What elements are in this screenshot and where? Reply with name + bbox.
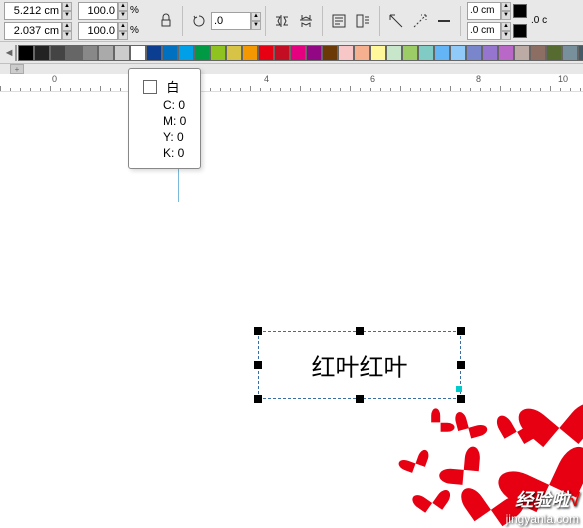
scale-y-spinner[interactable]: ▲▼	[118, 22, 128, 40]
color-swatch[interactable]	[130, 45, 146, 61]
color-swatch[interactable]	[546, 45, 562, 61]
color-swatch[interactable]	[258, 45, 274, 61]
horizontal-ruler[interactable]: 0246810	[0, 74, 583, 92]
color-swatch[interactable]	[498, 45, 514, 61]
color-swatch[interactable]	[530, 45, 546, 61]
ruler-label: 0	[52, 74, 57, 84]
color-swatch[interactable]	[578, 45, 583, 61]
outline-color-1[interactable]	[513, 4, 527, 18]
color-swatch[interactable]	[66, 45, 82, 61]
tooltip-swatch-icon	[143, 80, 157, 94]
ruler-label: 10	[558, 74, 568, 84]
tooltip-y-value: Y: 0	[163, 130, 186, 144]
color-swatch[interactable]	[162, 45, 178, 61]
outline1-spinner[interactable]: ▲▼	[501, 2, 511, 20]
lock-ratio-icon[interactable]	[156, 11, 176, 31]
color-swatch[interactable]	[114, 45, 130, 61]
line-style-icon[interactable]	[434, 11, 454, 31]
color-swatch[interactable]	[306, 45, 322, 61]
rotation-input[interactable]	[211, 12, 251, 30]
rotation-icon	[189, 11, 209, 31]
color-swatch[interactable]	[466, 45, 482, 61]
rotation-spinner[interactable]: ▲▼	[251, 12, 261, 30]
color-swatch[interactable]	[562, 45, 578, 61]
percent-label: %	[130, 25, 148, 36]
color-swatch[interactable]	[418, 45, 434, 61]
color-swatch[interactable]	[34, 45, 50, 61]
color-swatch[interactable]	[450, 45, 466, 61]
resize-handle-w[interactable]	[254, 361, 262, 369]
ruler-label: 8	[476, 74, 481, 84]
color-swatch[interactable]	[242, 45, 258, 61]
resize-handle-ne[interactable]	[457, 327, 465, 335]
color-swatch[interactable]	[274, 45, 290, 61]
ruler-label: 4	[264, 74, 269, 84]
color-swatch[interactable]	[82, 45, 98, 61]
color-swatch[interactable]	[402, 45, 418, 61]
arrow-end-icon[interactable]	[410, 11, 430, 31]
add-tab-button[interactable]: +	[10, 64, 24, 74]
color-swatch[interactable]	[434, 45, 450, 61]
outline-width-2[interactable]	[467, 22, 501, 40]
scale-x-spinner[interactable]: ▲▼	[118, 2, 128, 20]
mirror-horizontal-icon[interactable]	[272, 11, 292, 31]
scale-y-input[interactable]	[78, 22, 118, 40]
color-swatch[interactable]	[322, 45, 338, 61]
color-swatch[interactable]	[178, 45, 194, 61]
width-spinner[interactable]: ▲▼	[62, 2, 72, 20]
color-swatch[interactable]	[354, 45, 370, 61]
outline2-spinner[interactable]: ▲▼	[501, 22, 511, 40]
tooltip-color-name: 白	[166, 77, 179, 96]
color-tooltip: 白 C: 0 M: 0 Y: 0 K: 0	[128, 68, 201, 169]
color-swatch[interactable]	[18, 45, 34, 61]
color-swatch[interactable]	[194, 45, 210, 61]
object-height-input[interactable]	[4, 22, 62, 40]
color-swatch[interactable]	[514, 45, 530, 61]
resize-handle-n[interactable]	[356, 327, 364, 335]
outline-width-1[interactable]	[467, 2, 501, 20]
color-swatch[interactable]	[226, 45, 242, 61]
tooltip-c-value: C: 0	[163, 98, 186, 112]
color-swatch[interactable]	[290, 45, 306, 61]
canvas[interactable]: 红叶红叶 经验啦√ jingyanla.com	[0, 92, 583, 528]
color-swatch[interactable]	[50, 45, 66, 61]
color-swatch[interactable]	[482, 45, 498, 61]
height-spinner[interactable]: ▲▼	[62, 22, 72, 40]
color-swatch[interactable]	[98, 45, 114, 61]
resize-handle-s[interactable]	[356, 395, 364, 403]
color-swatch[interactable]	[338, 45, 354, 61]
mirror-vertical-icon[interactable]	[296, 11, 316, 31]
color-swatch[interactable]	[386, 45, 402, 61]
color-swatch[interactable]	[210, 45, 226, 61]
tooltip-m-value: M: 0	[163, 114, 186, 128]
outline-color-2[interactable]	[513, 24, 527, 38]
color-swatch[interactable]	[370, 45, 386, 61]
object-width-input[interactable]	[4, 2, 62, 20]
percent-label: %	[130, 5, 148, 16]
palette-left-arrow[interactable]: ◄	[4, 45, 14, 61]
wrap-options-icon[interactable]	[353, 11, 373, 31]
color-swatch[interactable]	[146, 45, 162, 61]
resize-handle-nw[interactable]	[254, 327, 262, 335]
no-color-swatch[interactable]	[15, 45, 17, 61]
tooltip-k-value: K: 0	[163, 146, 186, 160]
ruler-label: 6	[370, 74, 375, 84]
right-cutoff: .0 c	[531, 15, 547, 26]
arrow-start-icon[interactable]	[386, 11, 406, 31]
watermark: 经验啦√ jingyanla.com	[506, 486, 579, 526]
resize-handle-sw[interactable]	[254, 395, 262, 403]
scale-x-input[interactable]	[78, 2, 118, 20]
wrap-text-icon[interactable]	[329, 11, 349, 31]
